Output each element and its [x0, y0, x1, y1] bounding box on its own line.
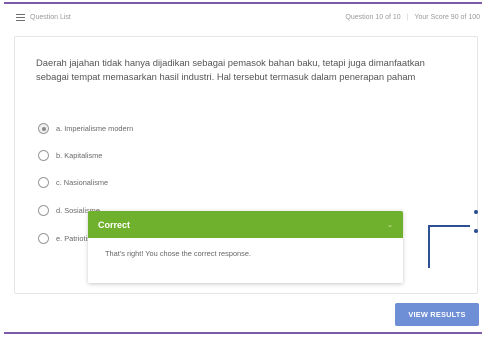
radio-button[interactable]	[38, 233, 49, 244]
question-list-toggle[interactable]: Question List	[16, 14, 71, 21]
decoration-dot	[474, 229, 478, 233]
feedback-message: That's right! You chose the correct resp…	[105, 249, 252, 258]
bottom-divider	[4, 332, 482, 334]
corner-decoration	[428, 225, 470, 268]
view-results-button[interactable]: VIEW RESULTS	[395, 303, 479, 326]
feedback-header[interactable]: Correct ⌄	[88, 211, 403, 238]
header-separator: |	[406, 14, 409, 21]
header-status: Question 10 of 10 | Your Score 90 of 100	[345, 14, 480, 21]
question-list-label: Question List	[30, 14, 71, 21]
hamburger-icon	[16, 14, 25, 21]
option-label: a. Imperialisme modern	[56, 124, 134, 133]
decoration-dot	[474, 210, 478, 214]
option-label: c. Nasionalisme	[56, 178, 109, 187]
top-divider	[4, 2, 482, 4]
radio-button-selected[interactable]	[38, 123, 49, 134]
option-label: b. Kapitalisme	[56, 151, 103, 160]
question-counter: Question 10 of 10	[345, 14, 401, 21]
radio-button[interactable]	[38, 150, 49, 161]
score-display: Your Score 90 of 100	[414, 14, 480, 21]
option-c[interactable]: c. Nasionalisme	[38, 177, 108, 188]
feedback-popup: Correct ⌄ That's right! You chose the co…	[88, 211, 403, 283]
option-a[interactable]: a. Imperialisme modern	[38, 123, 133, 134]
radio-button[interactable]	[38, 205, 49, 216]
quiz-header: Question List Question 10 of 10 | Your S…	[12, 12, 480, 26]
option-b[interactable]: b. Kapitalisme	[38, 150, 102, 161]
chevron-down-icon[interactable]: ⌄	[387, 221, 393, 229]
question-text: Daerah jajahan tidak hanya dijadikan seb…	[36, 57, 425, 82]
radio-button[interactable]	[38, 177, 49, 188]
feedback-title: Correct	[98, 219, 131, 230]
